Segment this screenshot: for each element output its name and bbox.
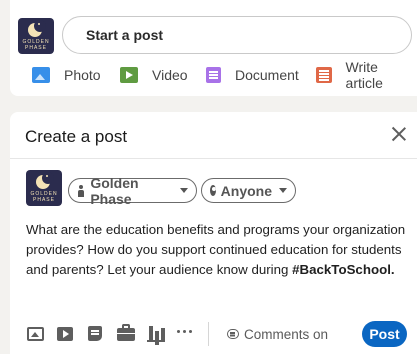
close-icon[interactable] — [389, 124, 409, 144]
write-article-label: Write article — [345, 59, 383, 91]
article-icon — [316, 67, 332, 83]
document-icon[interactable] — [88, 326, 102, 341]
create-post-modal: Create a post GOLDEN PHASE Golden Phase … — [10, 112, 417, 354]
more-icon[interactable] — [176, 330, 194, 334]
document-icon — [206, 67, 221, 83]
write-article-button[interactable]: Write article — [316, 59, 417, 91]
audience-label: Anyone — [220, 182, 272, 199]
logo-text-line-2: PHASE — [33, 197, 55, 203]
toolbar-divider — [208, 322, 209, 346]
video-icon — [120, 67, 138, 83]
comments-label: Comments on — [244, 326, 329, 342]
photo-button[interactable]: Photo — [32, 62, 101, 88]
moon-icon — [28, 20, 46, 37]
modal-title: Create a post — [25, 127, 128, 146]
comment-icon — [227, 329, 239, 339]
moon-icon — [36, 172, 54, 189]
document-button[interactable]: Document — [206, 62, 299, 88]
document-label: Document — [235, 67, 299, 83]
post-button[interactable]: Post — [362, 321, 407, 347]
start-post-button[interactable]: Start a post — [62, 16, 412, 54]
video-label: Video — [152, 67, 188, 83]
company-logo[interactable]: GOLDEN PHASE — [18, 18, 54, 54]
photo-label: Photo — [64, 67, 101, 83]
author-name: Golden Phase — [90, 174, 139, 207]
caret-down-icon — [180, 188, 188, 193]
comments-setting-button[interactable]: Comments on — [227, 322, 328, 346]
divider — [10, 158, 417, 159]
share-actions: Photo Video Document Write article — [10, 59, 417, 91]
job-icon[interactable] — [117, 324, 135, 341]
share-box: GOLDEN PHASE Start a post Photo Video Do… — [10, 0, 417, 96]
poll-icon[interactable] — [147, 326, 165, 342]
author-selector[interactable]: Golden Phase — [68, 175, 197, 207]
logo-text-line-2: PHASE — [25, 45, 47, 51]
hashtag[interactable]: #BackToSchool. — [292, 262, 394, 277]
audience-selector[interactable]: Anyone — [201, 178, 296, 203]
star-icon — [46, 175, 48, 177]
video-icon[interactable] — [57, 327, 73, 341]
star-icon — [38, 23, 40, 25]
caret-down-icon — [279, 188, 287, 193]
photo-icon — [32, 67, 50, 83]
post-toolbar: Comments on — [10, 322, 417, 346]
video-button[interactable]: Video — [120, 62, 188, 88]
author-avatar: GOLDEN PHASE — [26, 170, 62, 206]
person-icon — [78, 184, 85, 197]
globe-icon — [210, 185, 216, 196]
post-editor[interactable]: What are the education benefits and prog… — [26, 220, 414, 280]
image-icon[interactable] — [27, 327, 44, 341]
